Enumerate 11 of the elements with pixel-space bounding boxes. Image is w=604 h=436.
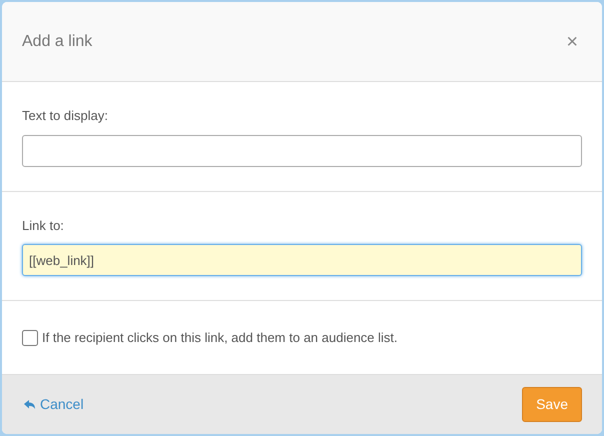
audience-checkbox[interactable] [22, 330, 38, 346]
input-field[interactable]: [[web_link]] [22, 244, 582, 276]
dialog-title: Add a link [22, 32, 92, 52]
field-label: Link to: [22, 216, 64, 234]
input-field[interactable] [22, 134, 582, 166]
reply-arrow-icon [24, 400, 35, 410]
save-button[interactable]: Save [522, 387, 582, 422]
field-label: Text to display: [22, 107, 108, 125]
cancel-link[interactable]: Cancel [24, 394, 84, 415]
checkbox-label: If the recipient clicks on this link, add them to an audience list. [42, 328, 398, 347]
close-button[interactable]: × [562, 32, 582, 52]
